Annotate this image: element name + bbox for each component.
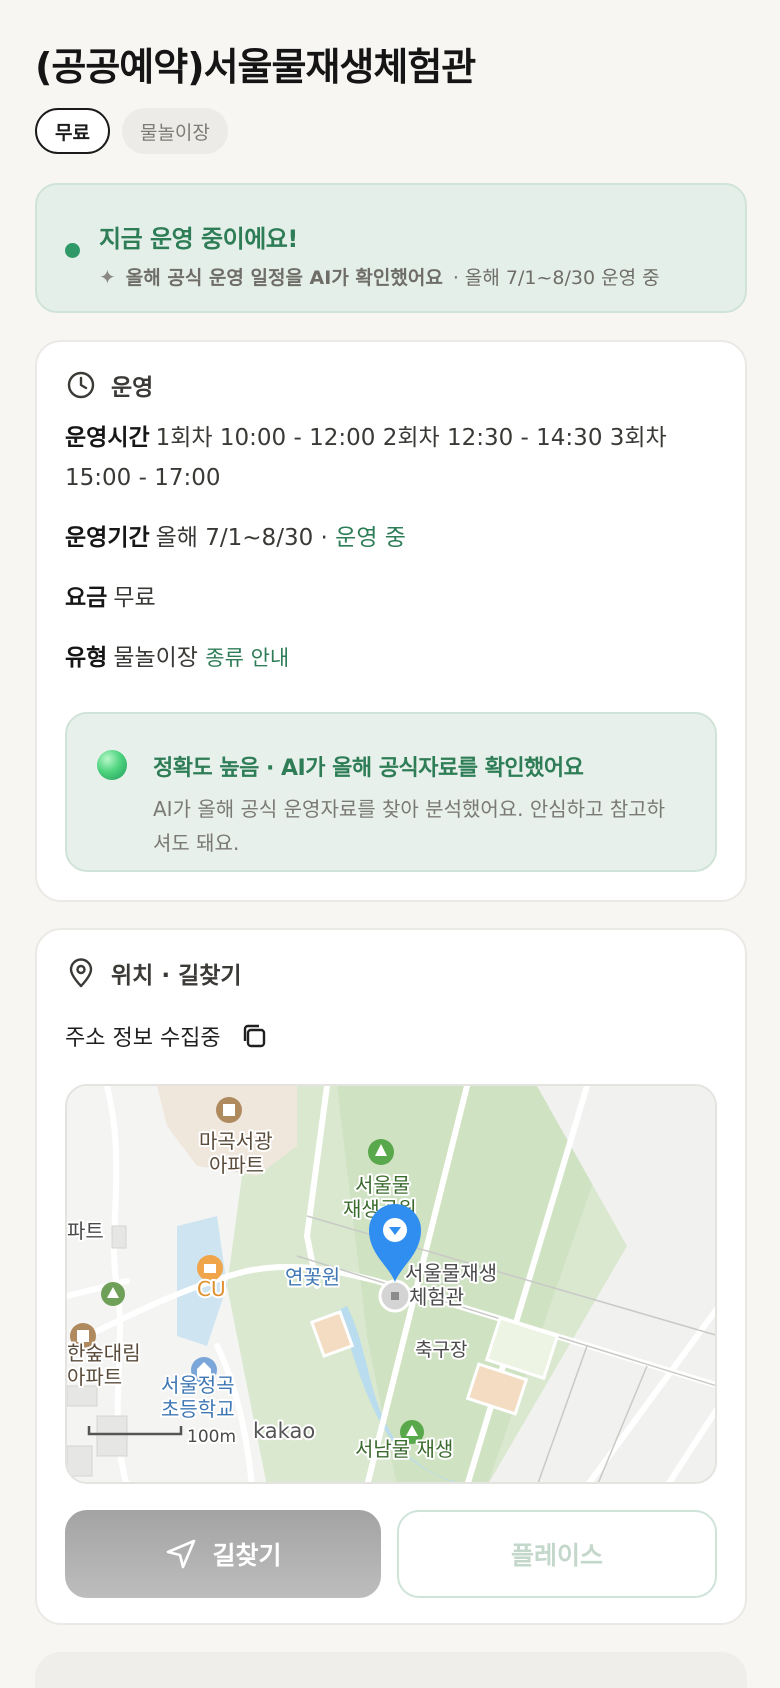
period-value: 올해 7/1~8/30 ·	[155, 525, 328, 551]
type-row: 유형 물놀이장 종류 안내	[65, 638, 715, 678]
status-subtext: ✦ 올해 공식 운영 일정을 AI가 확인했어요 · 올해 7/1~8/30 운…	[99, 263, 660, 290]
map-brand-label: kakao	[253, 1419, 315, 1443]
period-label: 운영기간	[65, 525, 150, 551]
map-poi-target	[378, 1279, 412, 1313]
detail-page: (공공예약)서울물재생체험관 무료 물놀이장 지금 운영 중이에요! ✦ 올해 …	[0, 0, 780, 1688]
map-label-hansup-2: 아파트	[67, 1365, 122, 1389]
accuracy-title: 정확도 높음 · AI가 올해 공식자료를 확인했어요	[153, 756, 584, 781]
map-label-apartment: 마곡서광	[199, 1129, 273, 1153]
status-headline: 지금 운영 중이에요!	[99, 225, 298, 253]
map-label-hansup: 한숲대림	[67, 1341, 141, 1365]
fee-row: 요금 무료	[65, 578, 715, 618]
ai-orb-icon	[97, 750, 127, 780]
map-label-south-park: 서남물 재생	[355, 1437, 453, 1461]
map-label-left-apt: 파트	[67, 1219, 104, 1243]
copy-icon[interactable]	[239, 1021, 269, 1051]
hours-row: 운영시간 1회차 10:00 - 12:00 2회차 12:30 - 14:30 …	[65, 418, 715, 498]
operation-header: 운영	[65, 368, 153, 402]
address-row: 주소 정보 수집중	[65, 1020, 269, 1052]
location-pin-icon	[69, 958, 93, 988]
type-label: 유형	[65, 645, 108, 671]
map-canvas[interactable]: 마곡서광 아파트 서울물 재생공원 연꽃원 서울물재생 체험관 축구장 CU 파…	[67, 1086, 717, 1484]
fee-label: 요금	[65, 585, 108, 611]
location-section-title: 위치 · 길찾기	[111, 963, 242, 989]
map-label-cu: CU	[197, 1277, 226, 1301]
map-view[interactable]: 마곡서광 아파트 서울물 재생공원 연꽃원 서울물재생 체험관 축구장 CU 파…	[65, 1084, 717, 1484]
action-buttons: 길찾기 플레이스	[65, 1510, 717, 1598]
operation-section-title: 운영	[111, 375, 154, 401]
map-label-park: 서울물	[355, 1173, 410, 1197]
directions-label: 길찾기	[212, 1541, 282, 1570]
status-period-note: · 올해 7/1~8/30 운영 중	[452, 267, 660, 289]
map-poi-tree	[101, 1282, 125, 1306]
period-row: 운영기간 올해 7/1~8/30 · 운영 중	[65, 518, 715, 558]
map-label-apartment-2: 아파트	[209, 1153, 264, 1177]
map-scale-label: 100m	[187, 1427, 236, 1447]
hours-value: 1회차 10:00 - 12:00 2회차 12:30 - 14:30 3회차 …	[65, 425, 667, 491]
directions-button[interactable]: 길찾기	[65, 1510, 381, 1598]
location-header: 위치 · 길찾기	[65, 956, 242, 990]
map-label-target: 서울물재생	[405, 1261, 497, 1285]
type-value: 물놀이장	[113, 645, 198, 671]
map-label-school-2: 초등학교	[161, 1397, 235, 1421]
page-title: (공공예약)서울물재생체험관	[35, 45, 476, 89]
accuracy-desc: AI가 올해 공식 운영자료를 찾아 분석했어요. 안심하고 참고하셔도 돼요.	[153, 797, 666, 855]
status-dot	[65, 243, 80, 258]
map-poi-apartment	[216, 1097, 242, 1123]
type-guide-link[interactable]: 종류 안내	[205, 646, 289, 670]
next-card-peek	[35, 1652, 747, 1688]
clock-icon	[67, 371, 95, 399]
location-card: 위치 · 길찾기 주소 정보 수집중 마곡서광 아파트 서울물 연꽃원 서울물재…	[35, 928, 747, 1625]
period-status: 운영 중	[335, 525, 406, 551]
map-label-soccer: 축구장	[415, 1339, 467, 1361]
tag-chips: 무료 물놀이장	[35, 108, 228, 154]
map-label-target-2: 체험관	[409, 1285, 464, 1309]
hours-label: 운영시간	[65, 425, 150, 451]
address-text: 주소 정보 수집중	[65, 1026, 221, 1051]
operating-status-banner: 지금 운영 중이에요! ✦ 올해 공식 운영 일정을 AI가 확인했어요 · 올…	[35, 183, 747, 313]
map-label-school: 서울정곡	[161, 1373, 235, 1397]
operation-card: 운영 운영시간 1회차 10:00 - 12:00 2회차 12:30 - 14:…	[35, 340, 747, 902]
map-label-lotus: 연꽃원	[285, 1265, 340, 1289]
accuracy-box: 정확도 높음 · AI가 올해 공식자료를 확인했어요 AI가 올해 공식 운영…	[65, 712, 717, 872]
chip-free[interactable]: 무료	[35, 108, 110, 154]
sparkle-icon: ✦	[99, 264, 116, 289]
chip-water-play[interactable]: 물놀이장	[121, 108, 228, 154]
place-button[interactable]: 플레이스	[397, 1510, 717, 1598]
fee-value: 무료	[113, 585, 156, 611]
navigation-arrow-icon	[167, 1539, 196, 1569]
status-ai-note: 올해 공식 운영 일정을 AI가 확인했어요	[125, 267, 443, 289]
map-poi-park	[368, 1139, 394, 1165]
